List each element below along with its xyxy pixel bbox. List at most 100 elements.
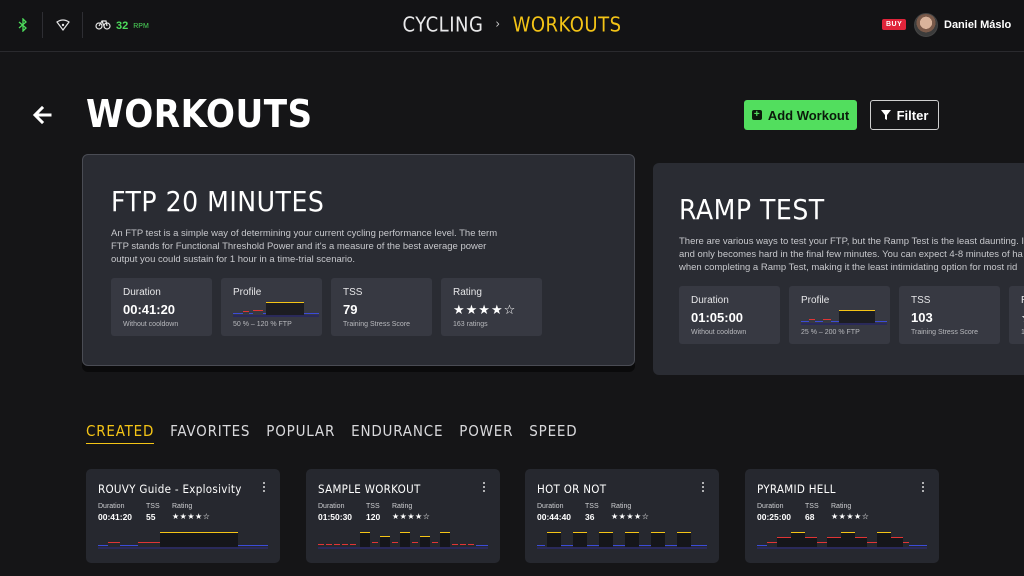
workout-stat-value: 120 (366, 512, 381, 522)
tab-created[interactable]: CREATED (86, 422, 155, 444)
stat-profile: Profile 50 % – 120 % FTP (221, 278, 322, 336)
stat-label: Profile (801, 295, 830, 306)
stat-label: TSS (911, 295, 931, 306)
tab-favorites[interactable]: FAVORITES (170, 422, 250, 444)
featured-title: FTP 20 MINUTES (111, 185, 325, 218)
stat-value: 103 (911, 310, 933, 325)
stat-label: Duration (691, 295, 729, 306)
breadcrumb-cycling[interactable]: CYCLING (403, 13, 484, 37)
stat-sub: Without cooldown (691, 329, 747, 336)
featured-card-ramp[interactable]: RAMP TEST There are various ways to test… (653, 163, 1024, 375)
workout-stat-value: 36 (585, 512, 595, 522)
workout-duration: Duration 00:25:00 (757, 503, 791, 522)
stat-label: Profile (233, 287, 262, 298)
tab-endurance[interactable]: ENDURANCE (351, 422, 443, 444)
workout-title: ROUVY Guide - Explosivity (98, 482, 242, 496)
top-bar: 32 RPM CYCLING › WORKOUTS BUY Daniel Máslo (0, 0, 1024, 52)
workout-card[interactable]: ROUVY Guide - Explosivity Duration 00:41:… (86, 469, 280, 563)
featured-description: There are various ways to test your FTP,… (679, 235, 1024, 274)
workout-tss: TSS 36 (585, 503, 599, 522)
workout-profile-chart (318, 532, 488, 549)
filter-label: Filter (896, 107, 929, 123)
more-options-icon[interactable] (483, 482, 486, 494)
workout-card[interactable]: SAMPLE WORKOUT Duration 01:50:30 TSS 120 R… (306, 469, 500, 563)
workout-stat-label: Duration (537, 503, 564, 510)
stat-sub: Training Stress Score (343, 321, 411, 328)
workout-stat-label: Rating (831, 503, 852, 510)
workout-stat-label: TSS (146, 503, 160, 510)
tab-power[interactable]: POWER (459, 422, 513, 444)
workout-card[interactable]: HOT OR NOT Duration 00:44:40 TSS 36 Rating… (525, 469, 719, 563)
workout-stat-label: Duration (757, 503, 784, 510)
workout-duration: Duration 00:44:40 (537, 503, 571, 522)
workout-profile-chart (537, 532, 707, 549)
workout-tss: TSS 68 (805, 503, 819, 522)
tab-speed[interactable]: SPEED (529, 422, 577, 444)
workout-stat-label: Rating (172, 503, 193, 510)
stat-tss: TSS 79 Training Stress Score (331, 278, 432, 336)
chevron-right-icon: › (495, 17, 501, 32)
workout-stat-value: 00:41:20 (98, 512, 133, 522)
workout-stat-label: TSS (366, 503, 380, 510)
star-rating: ★★★★☆ (611, 512, 650, 521)
workout-stat-value: 68 (805, 512, 815, 522)
tab-popular[interactable]: POPULAR (266, 422, 335, 444)
profile-chart (801, 310, 887, 325)
star-rating: ★★★★☆ (392, 512, 431, 521)
workout-profile-chart (98, 532, 268, 549)
workout-card[interactable]: PYRAMID HELL Duration 00:25:00 TSS 68 Rati… (745, 469, 939, 563)
stat-label: TSS (343, 287, 363, 298)
workout-duration: Duration 00:41:20 (98, 503, 132, 522)
description-line: when completing a Ramp Test, making it t… (679, 262, 1018, 273)
user-name[interactable]: Daniel Máslo (944, 19, 1011, 31)
page-title: WORKOUTS (86, 92, 313, 136)
filter-button[interactable]: Filter (870, 100, 939, 130)
breadcrumb: CYCLING › WORKOUTS (0, 11, 1024, 37)
stat-duration: Duration 00:41:20 Without cooldown (111, 278, 212, 336)
workout-tss: TSS 55 (146, 503, 160, 522)
star-rating: ★★★★☆ (453, 302, 517, 317)
workout-duration: Duration 01:50:30 (318, 503, 352, 522)
more-options-icon[interactable] (702, 482, 705, 494)
workout-stat-value: 00:44:40 (537, 512, 572, 522)
stat-profile: Profile 25 % – 200 % FTP (789, 286, 890, 344)
avatar[interactable] (914, 13, 938, 37)
buy-badge[interactable]: BUY (882, 19, 907, 30)
more-options-icon[interactable] (263, 482, 266, 494)
workout-stat-label: Rating (392, 503, 413, 510)
workout-stat-label: TSS (585, 503, 599, 510)
breadcrumb-workouts[interactable]: WORKOUTS (513, 13, 622, 37)
plus-icon: + (751, 110, 762, 120)
description-line: There are various ways to test your FTP,… (679, 236, 1024, 247)
workout-rating: Rating ★★★★☆ (831, 503, 869, 521)
stat-tss: TSS 103 Training Stress Score (899, 286, 1000, 344)
stat-duration: Duration 01:05:00 Without cooldown (679, 286, 780, 344)
workout-title: HOT OR NOT (537, 482, 607, 496)
workout-tss: TSS 120 (366, 503, 380, 522)
add-workout-label: Add Workout (767, 107, 850, 123)
stat-sub: Training Stress Score (911, 329, 979, 336)
workout-title: PYRAMID HELL (757, 482, 836, 496)
workout-stat-label: TSS (805, 503, 819, 510)
profile-chart (233, 302, 319, 317)
workout-stat-value: 00:25:00 (757, 512, 792, 522)
stat-rating: R ★ 1 (1009, 286, 1024, 344)
add-workout-button[interactable]: + Add Workout (744, 100, 857, 130)
workout-rating: Rating ★★★★☆ (392, 503, 430, 521)
stat-sub: 25 % – 200 % FTP (801, 329, 860, 336)
stat-sub: 163 ratings (453, 321, 488, 328)
stat-value: 01:05:00 (691, 310, 744, 325)
more-options-icon[interactable] (922, 482, 925, 494)
featured-description: An FTP test is a simple way of determini… (111, 228, 498, 265)
workout-profile-chart (757, 532, 927, 549)
workout-stat-label: Duration (318, 503, 345, 510)
featured-title: RAMP TEST (679, 193, 825, 226)
stat-label: Duration (123, 287, 161, 298)
stat-value: 00:41:20 (123, 302, 176, 317)
back-arrow-icon[interactable] (32, 104, 54, 126)
workout-stat-label: Duration (98, 503, 125, 510)
featured-card-ftp[interactable]: FTP 20 MINUTES An FTP test is a simple w… (82, 154, 635, 366)
workout-stat-label: Rating (611, 503, 632, 510)
workout-rating: Rating ★★★★☆ (611, 503, 649, 521)
star-rating: ★★★★☆ (172, 512, 211, 521)
